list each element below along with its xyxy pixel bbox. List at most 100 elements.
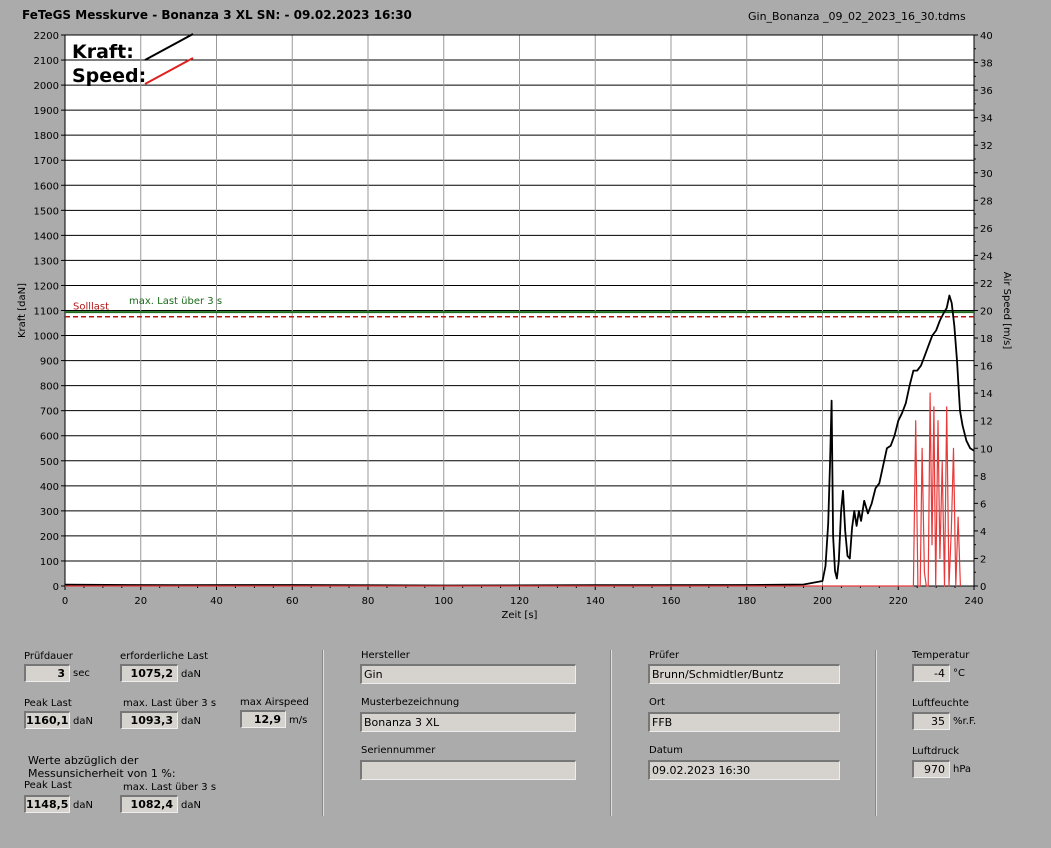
y2-tick-label: 26 (980, 224, 993, 235)
x-tick-label: 80 (362, 596, 375, 607)
y-tick-label: 1700 (34, 156, 59, 167)
y2-axis-title: Air Speed [m/s] (1001, 272, 1012, 350)
hersteller-field[interactable]: Gin (360, 664, 576, 684)
erforderliche-last-unit: daN (181, 669, 201, 680)
y-tick-label: 500 (40, 457, 59, 468)
datum-field[interactable]: 09.02.2023 16:30 (648, 760, 840, 780)
y2-tick-label: 24 (980, 251, 993, 262)
pruefdauer-value: 3 (24, 664, 70, 682)
y-tick-label: 900 (40, 357, 59, 368)
max-last-line-label: max. Last über 3 s (129, 296, 222, 307)
luftdruck-unit: hPa (953, 764, 972, 775)
y-tick-label: 0 (53, 582, 59, 593)
x-tick-label: 100 (434, 596, 453, 607)
y-tick-label: 2100 (34, 56, 59, 67)
y2-tick-label: 34 (980, 114, 993, 125)
x-tick-label: 240 (964, 596, 983, 607)
y2-tick-label: 4 (980, 527, 986, 538)
legend-label: Speed: (72, 65, 146, 87)
y2-tick-label: 20 (980, 307, 993, 318)
luftdruck-label: Luftdruck (912, 746, 960, 757)
pruefer-field[interactable]: Brunn/Schmidtler/Buntz (648, 664, 840, 684)
luftdruck-value: 970 (912, 760, 950, 778)
y2-tick-label: 36 (980, 86, 993, 97)
uncertainty-note-line2: Messunsicherheit von 1 %: (28, 767, 176, 780)
divider (322, 650, 324, 816)
luftfeuchte-label: Luftfeuchte (912, 698, 969, 709)
ort-label: Ort (649, 697, 665, 708)
max-last-unit: daN (181, 716, 201, 727)
x-tick-label: 40 (210, 596, 223, 607)
seriennummer-label: Seriennummer (361, 745, 436, 756)
y2-tick-label: 14 (980, 389, 993, 400)
x-axis-title: Zeit [s] (502, 610, 538, 621)
y-tick-label: 600 (40, 432, 59, 443)
y-tick-label: 1400 (34, 231, 59, 242)
peak-last-unit: daN (73, 716, 93, 727)
erforderliche-last-label: erforderliche Last (120, 651, 209, 662)
y-tick-label: 700 (40, 407, 59, 418)
x-tick-label: 220 (889, 596, 908, 607)
x-tick-label: 140 (586, 596, 605, 607)
max-last-korr-unit: daN (181, 800, 201, 811)
y-tick-label: 1900 (34, 106, 59, 117)
x-tick-label: 160 (661, 596, 680, 607)
pruefdauer-unit: sec (73, 668, 90, 679)
ort-field[interactable]: FFB (648, 712, 840, 732)
y-axis-title: Kraft [daN] (17, 283, 28, 338)
y-tick-label: 300 (40, 507, 59, 518)
y2-tick-label: 38 (980, 59, 993, 70)
y2-tick-label: 22 (980, 279, 993, 290)
y-tick-label: 2200 (34, 31, 59, 42)
divider (610, 650, 612, 816)
pruefdauer-label: Prüfdauer (24, 651, 73, 662)
peak-last-korr-label: Peak Last (24, 780, 72, 791)
seriennummer-field[interactable] (360, 760, 576, 780)
max-airspeed-unit: m/s (289, 715, 308, 726)
y-tick-label: 100 (40, 557, 59, 568)
y2-tick-label: 8 (980, 472, 986, 483)
pruefer-label: Prüfer (649, 650, 680, 661)
y2-tick-label: 12 (980, 417, 993, 428)
datum-label: Datum (649, 745, 683, 756)
y-tick-label: 1100 (34, 307, 59, 318)
x-tick-label: 180 (737, 596, 756, 607)
hersteller-label: Hersteller (361, 650, 410, 661)
x-tick-label: 200 (813, 596, 832, 607)
luftfeuchte-value: 35 (912, 712, 950, 730)
x-tick-label: 60 (286, 596, 299, 607)
max-last-value: 1093,3 (120, 711, 178, 729)
legend-label: Kraft: (72, 41, 134, 63)
max-last-korr-label: max. Last über 3 s (123, 782, 217, 793)
y-tick-label: 200 (40, 532, 59, 543)
max-last-korr-value: 1082,4 (120, 795, 178, 813)
y-tick-label: 1800 (34, 131, 59, 142)
y-tick-label: 800 (40, 382, 59, 393)
y2-tick-label: 28 (980, 196, 993, 207)
y-tick-label: 1600 (34, 181, 59, 192)
temperatur-value: -4 (912, 664, 950, 682)
uncertainty-note-line1: Werte abzüglich der (28, 754, 139, 767)
y-tick-label: 2000 (34, 81, 59, 92)
y2-tick-label: 40 (980, 31, 993, 42)
peak-last-label: Peak Last (24, 698, 72, 709)
y2-tick-label: 6 (980, 499, 986, 510)
max-airspeed-value: 12,9 (240, 710, 286, 728)
temperatur-unit: °C (953, 668, 965, 679)
solllast-label: Solllast (73, 302, 109, 313)
max-last-label: max. Last über 3 s (123, 698, 217, 709)
erforderliche-last-value: 1075,2 (120, 664, 178, 682)
musterbezeichnung-field[interactable]: Bonanza 3 XL (360, 712, 576, 732)
x-tick-label: 20 (134, 596, 147, 607)
musterbezeichnung-label: Musterbezeichnung (361, 697, 460, 708)
peak-last-value: 1160,1 (24, 711, 70, 729)
y2-tick-label: 30 (980, 169, 993, 180)
x-tick-label: 0 (62, 596, 68, 607)
x-tick-label: 120 (510, 596, 529, 607)
luftfeuchte-unit: %r.F. (953, 716, 977, 727)
y2-tick-label: 16 (980, 362, 993, 373)
y-tick-label: 1300 (34, 256, 59, 267)
divider (875, 650, 877, 816)
force-speed-chart: 0100200300400500600700800900100011001200… (17, 31, 1012, 621)
y2-tick-label: 10 (980, 444, 993, 455)
